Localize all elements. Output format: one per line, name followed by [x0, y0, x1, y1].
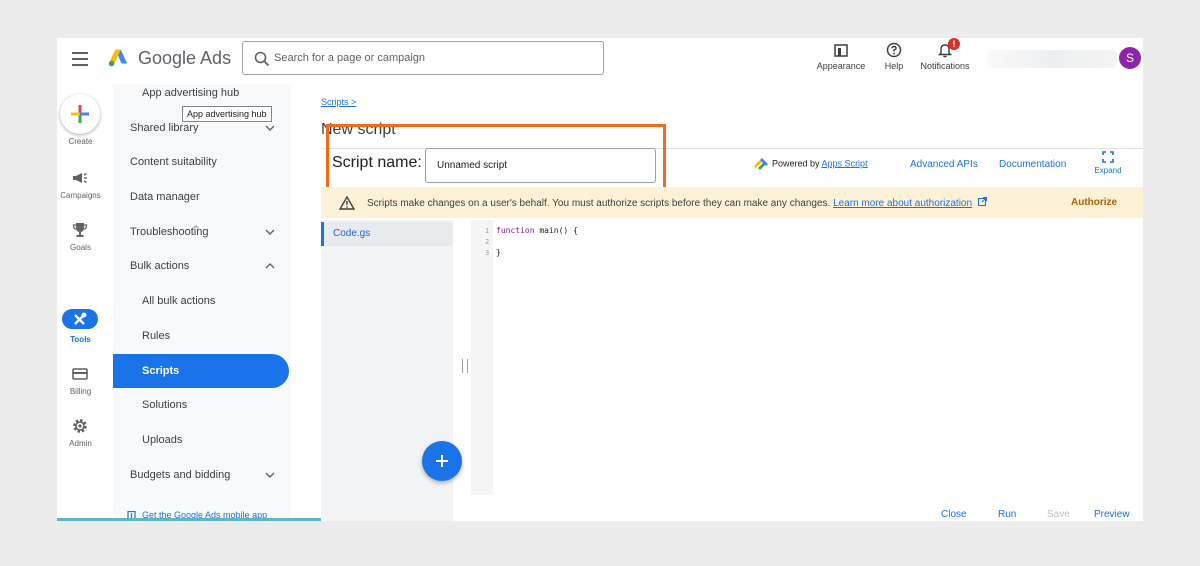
nav-item-uploads[interactable]: Uploads — [113, 423, 289, 457]
rail-billing-label[interactable]: Billing — [57, 387, 104, 396]
google-ads-logo-icon — [108, 49, 128, 67]
add-file-button[interactable] — [422, 441, 462, 481]
line-number: 3 — [485, 249, 490, 257]
appearance-icon — [834, 44, 848, 57]
notifications-button[interactable]: ! Notifications — [915, 38, 975, 71]
authorize-button[interactable]: Authorize — [1071, 197, 1117, 208]
nav-item-label: Shared library — [130, 122, 199, 134]
notification-badge: ! — [948, 38, 960, 50]
rail-admin-label[interactable]: Admin — [57, 439, 104, 448]
code-text: } — [496, 248, 501, 257]
tooltip: App advertising hub — [182, 106, 272, 122]
nav-item-troubleshooting[interactable]: Troubleshooting — [113, 215, 289, 249]
panel-resize-handle[interactable] — [462, 359, 468, 373]
nav-item-budgets-and-bidding[interactable]: Budgets and bidding — [113, 458, 289, 492]
nav-item-label: Scripts — [142, 365, 180, 377]
chevron-down-icon — [265, 472, 275, 478]
search-box[interactable] — [242, 41, 604, 75]
fullscreen-icon — [1102, 151, 1114, 163]
help-label: Help — [884, 61, 904, 71]
save-button[interactable]: Save — [1047, 509, 1070, 520]
rail-tools-label[interactable]: Tools — [57, 335, 104, 344]
line-number: 1 — [485, 227, 490, 235]
help-icon — [886, 42, 902, 58]
notifications-label: Notifications — [920, 61, 970, 71]
expand-label: Expand — [1094, 166, 1122, 175]
close-button[interactable]: Close — [941, 509, 967, 520]
run-button[interactable]: Run — [998, 509, 1016, 520]
plus-icon — [436, 455, 448, 467]
help-button[interactable]: Help — [879, 42, 909, 71]
preview-button[interactable]: Preview — [1094, 509, 1130, 520]
avatar[interactable]: S — [1119, 47, 1141, 69]
hamburger-menu-icon[interactable] — [72, 52, 88, 66]
code-text: main() { — [534, 226, 578, 235]
side-navigation: App advertising hub Shared library Conte… — [113, 84, 291, 521]
nav-item-label: Data manager — [130, 191, 200, 203]
nav-item-bulk-actions[interactable]: Bulk actions — [113, 249, 289, 283]
rail-campaigns-label[interactable]: Campaigns — [57, 191, 104, 200]
gear-icon[interactable] — [71, 417, 89, 435]
nav-item-content-suitability[interactable]: Content suitability — [113, 145, 289, 179]
chevron-down-icon — [265, 229, 275, 235]
chevron-up-icon[interactable] — [193, 224, 199, 230]
line-number: 2 — [485, 238, 490, 246]
nav-item-data-manager[interactable]: Data manager — [113, 180, 289, 214]
advanced-apis-button[interactable]: Advanced APIs — [910, 159, 978, 170]
top-header: Google Ads Appearance Help — [57, 38, 1143, 84]
apps-script-icon — [754, 158, 768, 170]
page-title: New script — [321, 121, 396, 138]
tools-button[interactable] — [62, 309, 98, 329]
code-keyword: function — [496, 226, 535, 235]
script-name-label: Script name: — [332, 154, 422, 171]
chevron-down-icon — [265, 125, 275, 131]
appearance-label: Appearance — [816, 61, 866, 71]
trophy-icon[interactable] — [71, 221, 89, 239]
nav-item-all-bulk-actions[interactable]: All bulk actions — [113, 284, 289, 318]
search-icon — [254, 51, 270, 67]
code-line[interactable]: function main() { — [496, 226, 578, 235]
apps-script-link[interactable]: Apps Script — [822, 158, 868, 168]
credit-card-icon[interactable] — [71, 365, 89, 383]
nav-item-label: Bulk actions — [130, 260, 190, 272]
nav-item-label: Rules — [142, 330, 171, 342]
nav-item-rules[interactable]: Rules — [113, 319, 289, 353]
wrench-icon — [74, 312, 87, 325]
brand-name: Google Ads — [138, 48, 232, 68]
powered-by-apps-script: Powered by Apps Script — [754, 158, 868, 170]
search-input[interactable] — [274, 43, 594, 73]
nav-item-label: Content suitability — [130, 156, 217, 168]
account-info-blurred — [987, 50, 1117, 68]
warning-icon — [339, 196, 355, 210]
create-button[interactable] — [60, 94, 100, 134]
script-name-input[interactable] — [425, 148, 656, 183]
authorization-warning-bar: Scripts make changes on a user's behalf.… — [321, 187, 1143, 218]
powered-by-label: Powered by — [772, 158, 820, 169]
nav-item-label: Budgets and bidding — [130, 469, 231, 481]
file-item-code-gs[interactable]: Code.gs — [321, 222, 453, 246]
nav-item-label: Solutions — [142, 399, 188, 411]
learn-more-authorization-link[interactable]: Learn more about authorization — [833, 198, 972, 209]
plus-icon — [71, 105, 89, 123]
line-number-gutter — [471, 220, 493, 495]
warning-message: Scripts make changes on a user's behalf.… — [367, 197, 987, 209]
expand-button[interactable]: Expand — [1091, 151, 1125, 175]
external-link-icon — [977, 197, 987, 206]
chevron-up-icon — [265, 263, 275, 269]
left-rail: Create Campaigns Goals Tools Billing Adm… — [57, 84, 104, 521]
code-line[interactable]: } — [496, 248, 501, 257]
documentation-button[interactable]: Documentation — [999, 159, 1066, 170]
appearance-button[interactable]: Appearance — [813, 42, 869, 71]
megaphone-icon[interactable] — [71, 169, 89, 187]
nav-item-scripts[interactable]: Scripts — [113, 354, 289, 388]
breadcrumb[interactable]: Scripts > — [321, 97, 356, 107]
rail-goals-label[interactable]: Goals — [57, 243, 104, 252]
nav-item-label: All bulk actions — [142, 295, 216, 307]
nav-item-label: Uploads — [142, 434, 183, 446]
rail-create-label: Create — [68, 137, 93, 146]
warning-text: Scripts make changes on a user's behalf.… — [367, 198, 831, 209]
nav-item-solutions[interactable]: Solutions — [113, 388, 289, 422]
google-ads-app: Google Ads Appearance Help — [57, 38, 1143, 521]
nav-item-label: App advertising hub — [142, 87, 240, 99]
